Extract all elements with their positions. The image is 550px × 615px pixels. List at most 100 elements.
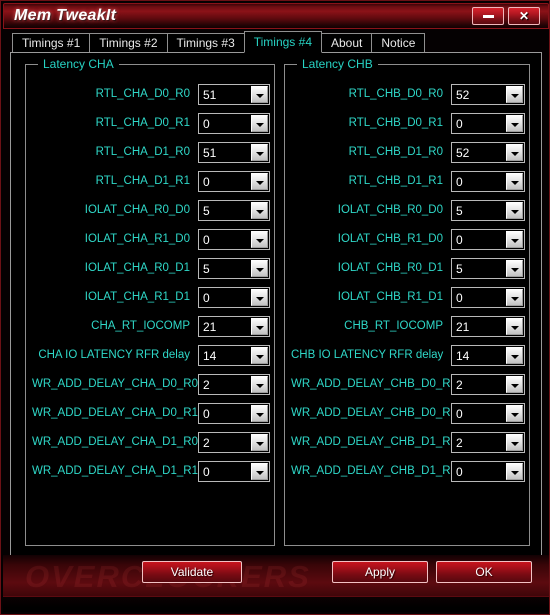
combobox-value: 0: [203, 174, 210, 189]
combobox-value: 0: [456, 464, 463, 479]
field-row: RTL_CHA_D1_R1 0: [32, 170, 270, 192]
chevron-down-icon[interactable]: [251, 114, 268, 132]
combobox-wr-add-delay-cha-d0-r1[interactable]: 0: [198, 402, 270, 424]
combobox-chb-io-latency-rfr-delay[interactable]: 14: [451, 344, 525, 366]
combobox-rtl-cha-d1-r1[interactable]: 0: [198, 170, 270, 192]
combobox-iolat-chb-r1-d0[interactable]: 0: [451, 228, 525, 250]
combobox-value: 0: [203, 464, 210, 479]
tab-timings-4[interactable]: Timings #4: [243, 31, 322, 53]
chevron-down-icon[interactable]: [506, 375, 523, 393]
field-row: RTL_CHB_D0_R1 0: [291, 112, 525, 134]
chevron-down-icon[interactable]: [506, 143, 523, 161]
combobox-iolat-cha-r0-d1[interactable]: 5: [198, 257, 270, 279]
combobox-chb-rt-iocomp[interactable]: 21: [451, 315, 525, 337]
combobox-value: 2: [456, 435, 463, 450]
combobox-value: 14: [456, 348, 470, 363]
tab-notice[interactable]: Notice: [371, 33, 426, 53]
combobox-iolat-cha-r0-d0[interactable]: 5: [198, 199, 270, 221]
tab-timings-2[interactable]: Timings #2: [89, 33, 168, 53]
combobox-iolat-chb-r0-d1[interactable]: 5: [451, 257, 525, 279]
field-label-wr-add-delay-chb-d0-r0: WR_ADD_DELAY_CHB_D0_R0: [291, 378, 451, 390]
combobox-cha-rt-iocomp[interactable]: 21: [198, 315, 270, 337]
field-row: CHA_RT_IOCOMP 21: [32, 315, 270, 337]
chevron-down-icon[interactable]: [251, 288, 268, 306]
chevron-down-icon[interactable]: [251, 317, 268, 335]
field-row: WR_ADD_DELAY_CHB_D0_R1 0: [291, 402, 525, 424]
chevron-down-icon[interactable]: [251, 346, 268, 364]
combobox-iolat-chb-r1-d1[interactable]: 0: [451, 286, 525, 308]
combobox-rtl-chb-d0-r0[interactable]: 52: [451, 83, 525, 105]
combobox-rtl-cha-d0-r0[interactable]: 51: [198, 83, 270, 105]
combobox-value: 21: [456, 319, 470, 334]
chevron-down-icon[interactable]: [251, 143, 268, 161]
minimize-icon: [482, 15, 494, 18]
field-label-wr-add-delay-chb-d1-r1: WR_ADD_DELAY_CHB_D1_R1: [291, 465, 451, 477]
combobox-wr-add-delay-chb-d0-r0[interactable]: 2: [451, 373, 525, 395]
chevron-down-icon[interactable]: [251, 433, 268, 451]
tab-about[interactable]: About: [321, 33, 373, 53]
combobox-value: 52: [456, 87, 470, 102]
field-row: CHA IO LATENCY RFR delay 14: [32, 344, 270, 366]
chevron-down-icon[interactable]: [506, 259, 523, 277]
tab-strip: Timings #1 Timings #2 Timings #3 Timings #4…: [12, 31, 426, 53]
field-label-iolat-chb-r0-d1: IOLAT_CHB_R0_D1: [337, 262, 443, 274]
combobox-value: 0: [203, 232, 210, 247]
field-label-chb-rt-iocomp: CHB_RT_IOCOMP: [344, 320, 443, 332]
field-row: IOLAT_CHA_R1_D1 0: [32, 286, 270, 308]
combobox-iolat-cha-r1-d0[interactable]: 0: [198, 228, 270, 250]
field-label-rtl-cha-d1-r1: RTL_CHA_D1_R1: [95, 175, 190, 187]
combobox-wr-add-delay-chb-d1-r0[interactable]: 2: [451, 431, 525, 453]
combobox-value: 21: [203, 319, 217, 334]
combobox-iolat-chb-r0-d0[interactable]: 5: [451, 199, 525, 221]
combobox-cha-io-latency-rfr-delay[interactable]: 14: [198, 344, 270, 366]
chevron-down-icon[interactable]: [251, 201, 268, 219]
chevron-down-icon[interactable]: [506, 462, 523, 480]
chevron-down-icon[interactable]: [506, 433, 523, 451]
chevron-down-icon[interactable]: [506, 317, 523, 335]
combobox-value: 5: [456, 261, 463, 276]
field-row: WR_ADD_DELAY_CHA_D1_R1 0: [32, 460, 270, 482]
combobox-rtl-chb-d1-r1[interactable]: 0: [451, 170, 525, 192]
chevron-down-icon[interactable]: [506, 85, 523, 103]
combobox-wr-add-delay-cha-d1-r0[interactable]: 2: [198, 431, 270, 453]
field-row: RTL_CHA_D0_R1 0: [32, 112, 270, 134]
combobox-wr-add-delay-chb-d0-r1[interactable]: 0: [451, 402, 525, 424]
combobox-rtl-chb-d0-r1[interactable]: 0: [451, 112, 525, 134]
combobox-value: 0: [203, 290, 210, 305]
field-label-rtl-chb-d1-r1: RTL_CHB_D1_R1: [348, 175, 443, 187]
ok-button[interactable]: OK: [436, 561, 532, 583]
field-row: IOLAT_CHA_R1_D0 0: [32, 228, 270, 250]
minimize-button[interactable]: [472, 7, 504, 25]
chevron-down-icon[interactable]: [251, 85, 268, 103]
chevron-down-icon[interactable]: [506, 230, 523, 248]
chevron-down-icon[interactable]: [506, 172, 523, 190]
chevron-down-icon[interactable]: [506, 288, 523, 306]
chevron-down-icon[interactable]: [251, 462, 268, 480]
field-row: WR_ADD_DELAY_CHA_D0_R0 2: [32, 373, 270, 395]
combobox-rtl-cha-d1-r0[interactable]: 51: [198, 141, 270, 163]
combobox-rtl-chb-d1-r0[interactable]: 52: [451, 141, 525, 163]
combobox-rtl-cha-d0-r1[interactable]: 0: [198, 112, 270, 134]
apply-button[interactable]: Apply: [332, 561, 428, 583]
tab-timings-1[interactable]: Timings #1: [12, 33, 91, 53]
field-label-cha-io-latency-rfr-delay: CHA IO LATENCY RFR delay: [38, 349, 190, 361]
combobox-iolat-cha-r1-d1[interactable]: 0: [198, 286, 270, 308]
chevron-down-icon[interactable]: [506, 201, 523, 219]
chevron-down-icon[interactable]: [506, 114, 523, 132]
field-label-iolat-chb-r1-d1: IOLAT_CHB_R1_D1: [337, 291, 443, 303]
tab-timings-3[interactable]: Timings #3: [166, 33, 245, 53]
chevron-down-icon[interactable]: [251, 375, 268, 393]
chevron-down-icon[interactable]: [251, 230, 268, 248]
chevron-down-icon[interactable]: [506, 404, 523, 422]
chevron-down-icon[interactable]: [251, 259, 268, 277]
combobox-wr-add-delay-cha-d0-r0[interactable]: 2: [198, 373, 270, 395]
field-row: IOLAT_CHA_R0_D0 5: [32, 199, 270, 221]
chevron-down-icon[interactable]: [251, 404, 268, 422]
chevron-down-icon[interactable]: [251, 172, 268, 190]
close-button[interactable]: ✕: [508, 7, 540, 25]
chevron-down-icon[interactable]: [506, 346, 523, 364]
combobox-wr-add-delay-chb-d1-r1[interactable]: 0: [451, 460, 525, 482]
validate-button[interactable]: Validate: [142, 561, 242, 583]
field-row: RTL_CHA_D0_R0 51: [32, 83, 270, 105]
combobox-wr-add-delay-cha-d1-r1[interactable]: 0: [198, 460, 270, 482]
